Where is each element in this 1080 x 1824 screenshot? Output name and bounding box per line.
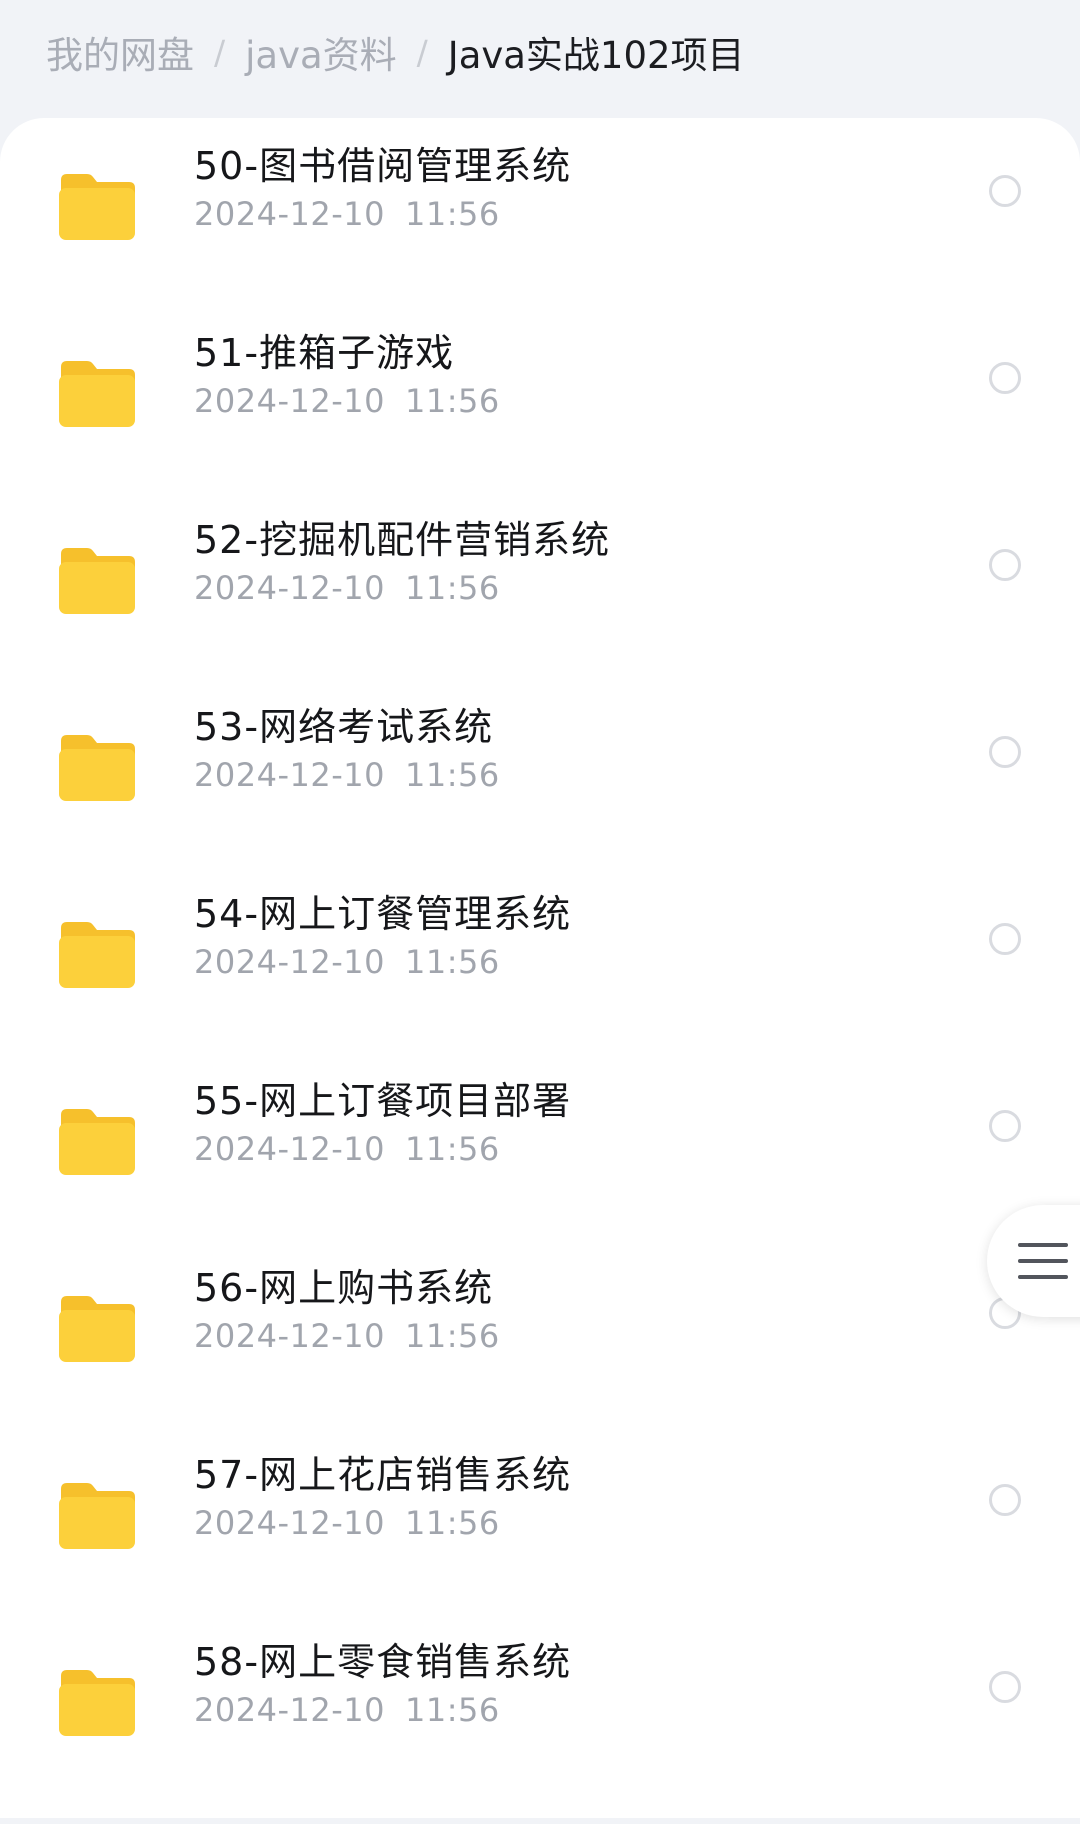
file-list-item[interactable]: 55-网上订餐项目部署 2024-12-10 11:56 xyxy=(0,1076,1080,1263)
file-modified: 2024-12-10 11:56 xyxy=(194,756,500,794)
file-date: 2024-12-10 xyxy=(194,569,385,607)
select-checkbox[interactable] xyxy=(989,736,1021,768)
file-time: 11:56 xyxy=(404,1691,500,1729)
breadcrumb-item-current: Java实战102项目 xyxy=(447,34,745,77)
file-time: 11:56 xyxy=(404,1130,500,1168)
file-modified: 2024-12-10 11:56 xyxy=(194,569,500,607)
breadcrumb-item-java-materials[interactable]: java资料 xyxy=(245,25,397,79)
file-list: 50-图书借阅管理系统 2024-12-10 11:56 51-推箱子游戏 2024-1… xyxy=(0,118,1080,1818)
folder-icon xyxy=(57,920,137,990)
folder-icon xyxy=(57,1481,137,1551)
breadcrumb-separator: / xyxy=(214,32,226,72)
file-time: 11:56 xyxy=(404,1317,500,1355)
folder-icon xyxy=(57,1668,137,1738)
file-date: 2024-12-10 xyxy=(194,1317,385,1355)
breadcrumb-separator: / xyxy=(416,32,428,72)
file-name: 57-网上花店销售系统 xyxy=(194,1453,572,1497)
file-name: 53-网络考试系统 xyxy=(194,705,494,749)
file-time: 11:56 xyxy=(404,1504,500,1542)
select-checkbox[interactable] xyxy=(989,1671,1021,1703)
file-time: 11:56 xyxy=(404,569,500,607)
file-name: 54-网上订餐管理系统 xyxy=(194,892,572,936)
file-date: 2024-12-10 xyxy=(194,1504,385,1542)
file-date: 2024-12-10 xyxy=(194,943,385,981)
file-time: 11:56 xyxy=(404,382,500,420)
breadcrumb-item-root[interactable]: 我的网盘 xyxy=(46,25,194,79)
breadcrumb: 我的网盘 / java资料 / Java实战102项目 xyxy=(46,0,745,104)
folder-icon xyxy=(57,1107,137,1177)
file-modified: 2024-12-10 11:56 xyxy=(194,1504,500,1542)
file-name: 51-推箱子游戏 xyxy=(194,331,455,375)
file-list-item[interactable]: 52-挖掘机配件营销系统 2024-12-10 11:56 xyxy=(0,515,1080,702)
file-list-item[interactable]: 57-网上花店销售系统 2024-12-10 11:56 xyxy=(0,1450,1080,1637)
file-name: 58-网上零食销售系统 xyxy=(194,1640,572,1684)
file-list-item[interactable]: 56-网上购书系统 2024-12-10 11:56 xyxy=(0,1263,1080,1450)
file-date: 2024-12-10 xyxy=(194,1691,385,1729)
file-date: 2024-12-10 xyxy=(194,756,385,794)
file-time: 11:56 xyxy=(404,195,500,233)
select-checkbox[interactable] xyxy=(989,175,1021,207)
file-modified: 2024-12-10 11:56 xyxy=(194,943,500,981)
file-list-item[interactable]: 53-网络考试系统 2024-12-10 11:56 xyxy=(0,702,1080,889)
file-date: 2024-12-10 xyxy=(194,1130,385,1168)
file-list-item[interactable]: 51-推箱子游戏 2024-12-10 11:56 xyxy=(0,328,1080,515)
file-date: 2024-12-10 xyxy=(194,382,385,420)
file-list-item[interactable]: 54-网上订餐管理系统 2024-12-10 11:56 xyxy=(0,889,1080,1076)
select-checkbox[interactable] xyxy=(989,1484,1021,1516)
file-time: 11:56 xyxy=(404,943,500,981)
select-checkbox[interactable] xyxy=(989,362,1021,394)
file-list-item[interactable]: 50-图书借阅管理系统 2024-12-10 11:56 xyxy=(0,141,1080,328)
folder-icon xyxy=(57,359,137,429)
select-checkbox[interactable] xyxy=(989,1110,1021,1142)
folder-icon xyxy=(57,172,137,242)
file-name: 50-图书借阅管理系统 xyxy=(194,144,572,188)
select-checkbox[interactable] xyxy=(989,923,1021,955)
folder-icon xyxy=(57,733,137,803)
file-date: 2024-12-10 xyxy=(194,195,385,233)
folder-icon xyxy=(57,1294,137,1364)
file-modified: 2024-12-10 11:56 xyxy=(194,1317,500,1355)
file-modified: 2024-12-10 11:56 xyxy=(194,1691,500,1729)
file-list-item[interactable]: 58-网上零食销售系统 2024-12-10 11:56 xyxy=(0,1637,1080,1824)
file-modified: 2024-12-10 11:56 xyxy=(194,382,500,420)
file-modified: 2024-12-10 11:56 xyxy=(194,195,500,233)
file-modified: 2024-12-10 11:56 xyxy=(194,1130,500,1168)
file-name: 56-网上购书系统 xyxy=(194,1266,494,1310)
file-name: 52-挖掘机配件营销系统 xyxy=(194,518,611,562)
menu-icon xyxy=(1018,1243,1068,1279)
file-name: 55-网上订餐项目部署 xyxy=(194,1079,572,1123)
file-time: 11:56 xyxy=(404,756,500,794)
select-checkbox[interactable] xyxy=(989,549,1021,581)
folder-icon xyxy=(57,546,137,616)
